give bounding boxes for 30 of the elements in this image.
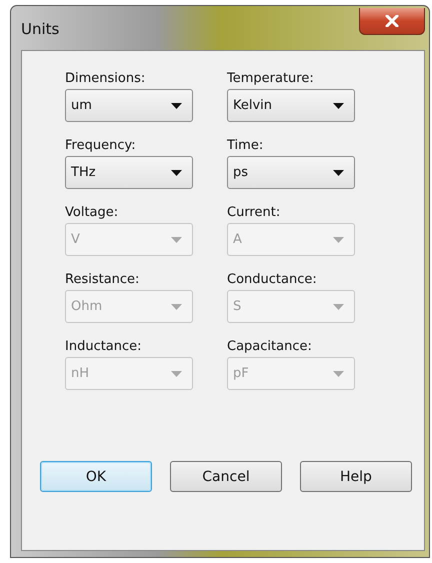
dropdown-arrow-icon [171,236,182,242]
field-label: Time: [227,138,264,153]
unit-dropdown[interactable]: THz [65,156,193,189]
dialog-button[interactable]: Cancel [170,461,282,492]
dropdown-arrow-icon [171,370,182,376]
window-title: Units [21,20,60,38]
dropdown-arrow-icon [333,170,344,176]
field-label: Conductance: [227,272,318,287]
unit-dropdown[interactable]: ps [227,156,355,189]
field-label: Capacitance: [227,339,313,354]
dialog-button[interactable]: OK [40,461,152,492]
field-label: Current: [227,205,282,220]
field-label: Dimensions: [65,71,146,86]
field-label: Temperature: [227,71,315,86]
dropdown-arrow-icon [171,170,182,176]
unit-dropdown[interactable]: Kelvin [227,89,355,122]
dropdown-arrow-icon [333,304,344,310]
close-icon [385,15,399,27]
dropdown-arrow-icon [333,102,344,108]
field-label: Inductance: [65,339,143,354]
field-label: Voltage: [65,205,120,220]
unit-dropdown[interactable]: um [65,89,193,122]
dropdown-arrow-icon [333,236,344,242]
close-button[interactable] [359,8,425,35]
field-label: Resistance: [65,272,140,287]
dropdown-arrow-icon [171,102,182,108]
field-label: Frequency: [65,138,137,153]
dropdown-arrow-icon [333,370,344,376]
dropdown-arrow-icon [171,304,182,310]
dialog-button[interactable]: Help [300,461,412,492]
